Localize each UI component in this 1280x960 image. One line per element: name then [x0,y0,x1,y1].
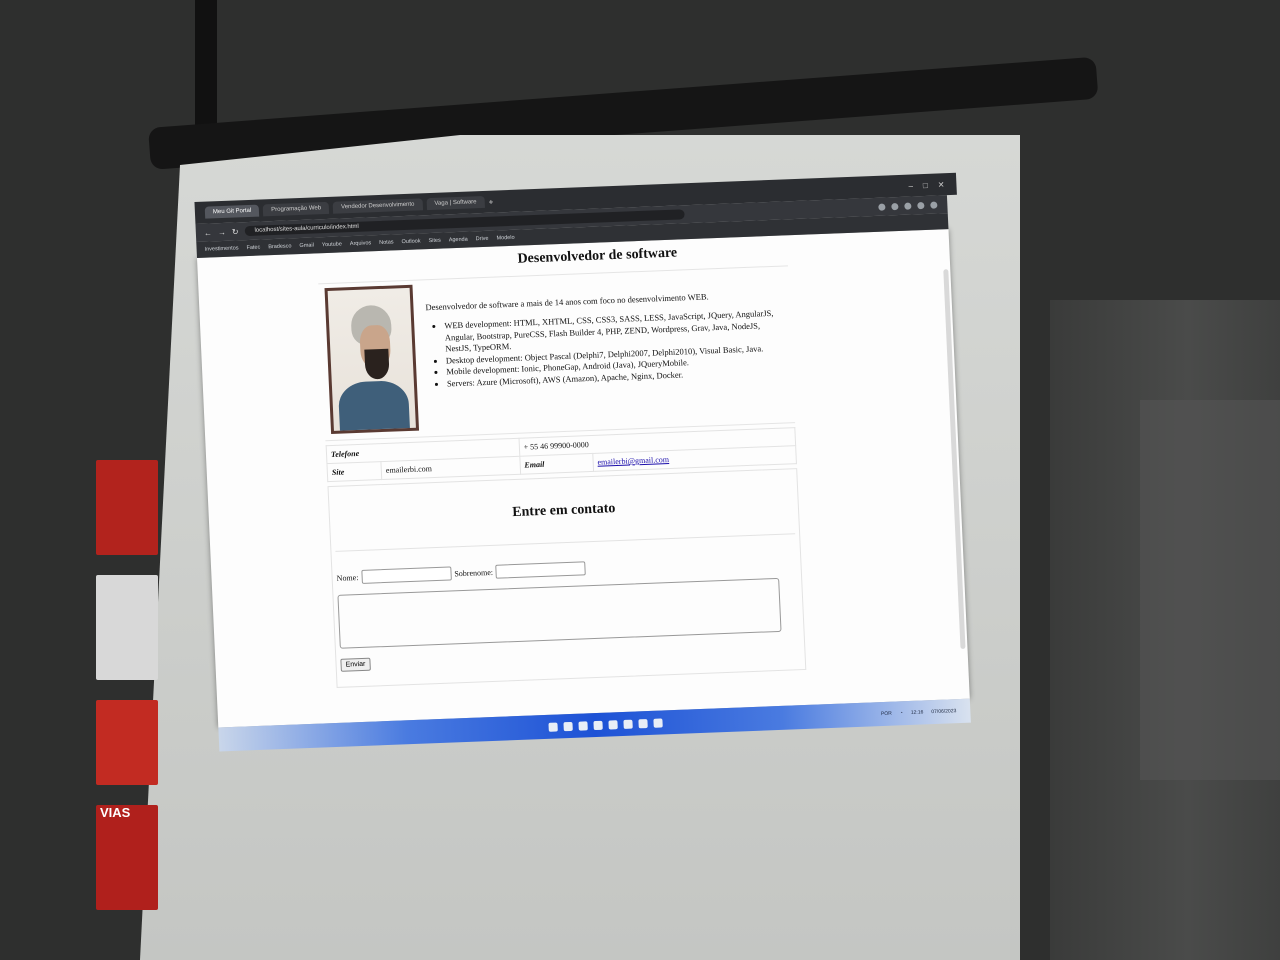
extension-icon[interactable] [904,202,912,210]
flyer: VIAS [96,805,158,910]
ceiling-rod [195,0,217,130]
email-link[interactable]: emailerbi@gmail.com [597,455,669,467]
back-icon[interactable]: ← [204,228,212,237]
bookmark[interactable]: Investimentos [204,245,238,252]
contact-title: Entre em contato [511,501,616,521]
bookmark[interactable]: Notas [379,239,394,246]
extension-icon[interactable] [891,202,899,210]
bookmark[interactable]: Youtube [322,241,342,248]
contact-form: Entre em contato Nome: Sobrenome: Enviar [327,468,807,688]
bookmark[interactable]: Modelo [496,235,514,242]
start-icon[interactable] [548,721,558,732]
send-button[interactable]: Enviar [340,657,371,672]
search-icon[interactable] [563,721,573,731]
photo-beard [364,348,390,380]
taskbar-icons [548,717,663,732]
tab[interactable]: Vendedor Desenvolvimento [332,198,423,214]
surname-input[interactable] [495,561,587,579]
wall-flyers: VIAS [96,460,166,930]
menu-icon[interactable] [930,201,938,209]
surname-label: Sobrenome: [454,567,494,578]
profile-photo [324,284,420,434]
bookmark[interactable]: Sites [428,238,440,244]
photo-body [337,379,411,434]
new-tab-icon[interactable]: + [488,197,493,206]
contact-header: Entre em contato [332,471,796,552]
profile-section: Desenvolvedor de software a mais de 14 a… [318,265,796,442]
bookmark[interactable]: Fatec [246,245,260,252]
bookmark[interactable]: Drive [476,236,489,242]
browser-window: Meu Git Portal Programação Web Vendedor … [194,172,971,752]
editor-icon[interactable] [623,719,633,729]
tab[interactable]: Meu Git Portal [204,204,260,219]
name-input[interactable] [361,566,452,584]
browser-icon[interactable] [593,720,603,730]
bookmark[interactable]: Bradesco [268,243,292,250]
flyer [96,575,158,680]
flyer [96,700,158,785]
bookmark[interactable]: Gmail [299,243,314,250]
wall-panel [1140,400,1280,780]
tab[interactable]: Programação Web [262,201,330,217]
extension-icon[interactable] [878,203,886,211]
system-tray: POR ◔ 12:16 07/06/2023 [881,708,971,717]
resume-content: Desenvolvedor de software Desenvolvedor … [317,235,807,688]
explorer-icon[interactable] [608,719,618,730]
clock-time[interactable]: 12:16 [911,709,924,715]
terminal-icon[interactable] [638,718,648,728]
bio: Desenvolvedor de software a mais de 14 a… [420,266,795,436]
flyer [96,460,158,555]
profile-icon[interactable] [917,201,925,209]
bookmark[interactable]: Arquivos [350,240,372,247]
forward-icon[interactable]: → [218,227,226,236]
bookmark[interactable]: Outlook [401,238,420,245]
site-label: Site [326,461,382,482]
language-indicator[interactable]: POR [881,711,892,717]
wifi-icon[interactable]: ◔ [900,710,903,716]
close-icon[interactable]: ✕ [938,180,945,189]
skills-list: WEB development: HTML, XHTML, CSS, CSS3,… [426,308,787,390]
message-textarea[interactable] [337,577,782,649]
window-controls: – □ ✕ [908,179,956,190]
maximize-icon[interactable]: □ [923,180,928,189]
extension-icons [878,201,947,211]
web-page: Desenvolvedor de software Desenvolvedor … [197,229,970,727]
bookmark[interactable]: Agenda [449,237,468,244]
projected-desktop: Meu Git Portal Programação Web Vendedor … [194,172,971,752]
name-label: Nome: [336,572,359,583]
name-row: Nome: Sobrenome: [336,561,587,585]
tab[interactable]: Vaga | Software [426,195,485,211]
reload-icon[interactable]: ↻ [232,227,239,236]
minimize-icon[interactable]: – [908,181,913,190]
clock-date[interactable]: 07/06/2023 [931,708,956,715]
email-label: Email [519,453,594,475]
task-view-icon[interactable] [578,720,588,731]
site-value: emailerbi.com [381,456,521,480]
app-icon[interactable] [653,717,663,728]
